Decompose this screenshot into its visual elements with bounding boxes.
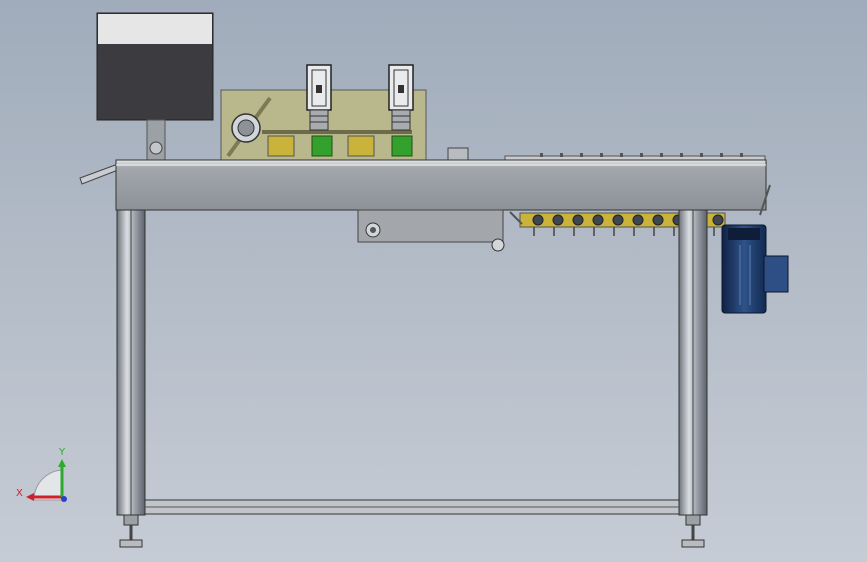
drive-motor xyxy=(721,224,789,314)
bottom-crossbar xyxy=(144,499,680,515)
left-leg xyxy=(116,209,146,548)
y-axis-label: Y xyxy=(58,447,66,458)
sensor-block xyxy=(447,147,469,161)
x-axis-label: X xyxy=(16,488,23,499)
coordinate-triad: X Y xyxy=(16,447,67,502)
y-axis-arrowhead-icon xyxy=(58,459,66,467)
z-axis-dot-icon xyxy=(61,496,67,502)
under-table-housing xyxy=(357,209,505,252)
pneumatic-cylinder-right xyxy=(388,64,414,131)
table-top xyxy=(115,159,767,211)
right-leg xyxy=(678,209,708,548)
cad-viewport[interactable]: X Y xyxy=(0,0,867,562)
machine-model-drawing[interactable]: X Y xyxy=(0,0,867,562)
hmi-screen-box xyxy=(96,12,214,161)
x-axis-arrowhead-icon xyxy=(26,493,34,501)
infeed-chute xyxy=(79,163,119,185)
pneumatic-cylinder-left xyxy=(306,64,332,131)
